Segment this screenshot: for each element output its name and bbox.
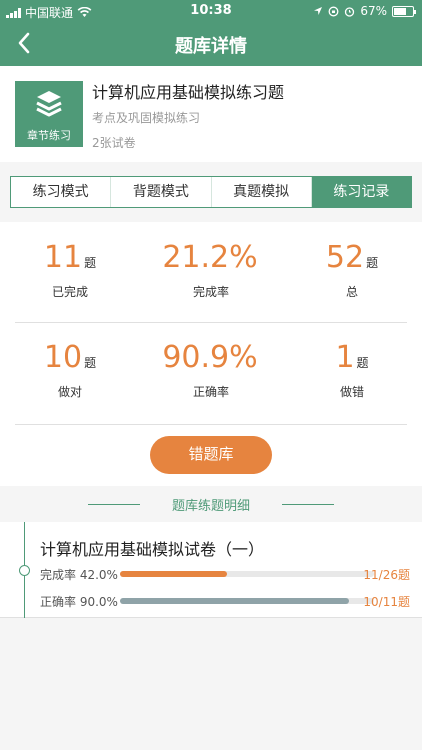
accuracy-label: 正确率 90.0%: [40, 595, 118, 609]
stat-unit: 题: [84, 356, 97, 370]
divider: [15, 322, 407, 323]
bank-card: 章节练习 计算机应用基础模拟练习题 考点及巩固模拟练习 2张试卷: [0, 66, 422, 162]
stat-value: 52: [325, 240, 365, 275]
battery-icon: [392, 5, 416, 17]
stat-value: 1: [335, 340, 355, 375]
stat-unit: 题: [366, 256, 379, 270]
stat-correct: 10 题 做对: [0, 340, 140, 400]
stat-label: 做对: [57, 385, 82, 399]
stat-label: 做错: [339, 385, 364, 399]
stat-label: 正确率: [192, 385, 229, 399]
nav-bar: 题库详情: [0, 22, 422, 66]
stats-panel: 11 题 已完成 21.2% 完成率 52 题 总 10 题 做对 90.9% 正确率…: [0, 222, 422, 486]
layers-icon: [36, 91, 62, 117]
bank-title: 计算机应用基础模拟练习题: [92, 83, 285, 102]
mode-tabs: 练习模式 背题模式 真题模拟 练习记录: [10, 176, 412, 208]
stat-value: 10: [43, 340, 83, 375]
accuracy-fill: [120, 598, 349, 604]
tab-memorize-mode[interactable]: 背题模式: [111, 177, 212, 207]
stat-unit: 题: [356, 356, 369, 370]
completion-ratio: 11/26题: [363, 568, 410, 582]
stat-value: 21.2%: [162, 240, 258, 275]
tab-practice-record[interactable]: 练习记录: [311, 177, 411, 207]
section-title: 题库练题明细: [171, 499, 250, 514]
battery-percent: 67%: [360, 4, 387, 18]
stat-value: 90.9%: [162, 340, 258, 375]
stat-unit: 题: [84, 256, 97, 270]
timeline-dot: [19, 565, 30, 576]
stat-accuracy: 90.9% 正确率: [141, 340, 281, 400]
accuracy-progress: 正确率 90.0% 10/11题: [40, 592, 410, 610]
divider: [15, 424, 407, 425]
completion-progress: 完成率 42.0% 11/26题: [40, 565, 410, 583]
page-title: 题库详情: [175, 36, 247, 57]
completion-fill: [120, 571, 227, 577]
paper-count: 2张试卷: [92, 136, 136, 150]
stat-completion-rate: 21.2% 完成率: [141, 240, 281, 300]
stat-total: 52 题 总: [282, 240, 422, 300]
stat-label: 完成率: [192, 285, 229, 299]
stat-wrong: 1题 做错: [282, 340, 422, 400]
completion-label: 完成率 42.0%: [40, 568, 118, 582]
location-icon: [314, 7, 323, 15]
alarm-icon: [345, 6, 355, 17]
accuracy-ratio: 10/11题: [363, 595, 410, 609]
thumbnail-label: 章节练习: [27, 129, 71, 142]
tab-practice-mode[interactable]: 练习模式: [11, 177, 112, 207]
orientation-lock-icon: [328, 6, 339, 16]
bank-thumbnail: 章节练习: [15, 81, 83, 147]
tab-real-exam[interactable]: 真题模拟: [212, 177, 312, 207]
stat-value: 11: [43, 240, 83, 275]
stat-label: 总: [345, 285, 358, 299]
completion-track: [120, 571, 374, 577]
stat-completed: 11 题 已完成: [0, 240, 140, 300]
section-line-right: [282, 504, 334, 505]
header: 中国联通 10:38 67% 题库详情: [0, 0, 422, 66]
status-bar: 中国联通 10:38 67%: [0, 0, 422, 22]
wrong-questions-button[interactable]: 错题库: [150, 436, 272, 474]
bank-subtitle: 考点及巩固模拟练习: [92, 111, 201, 125]
paper-item[interactable]: 计算机应用基础模拟试卷（一） 完成率 42.0% 11/26题 正确率 90.0…: [0, 522, 422, 618]
section-header: 题库练题明细: [0, 486, 422, 522]
paper-title: 计算机应用基础模拟试卷（一）: [40, 540, 265, 559]
accuracy-track: [120, 598, 374, 604]
stat-label: 已完成: [51, 285, 88, 299]
